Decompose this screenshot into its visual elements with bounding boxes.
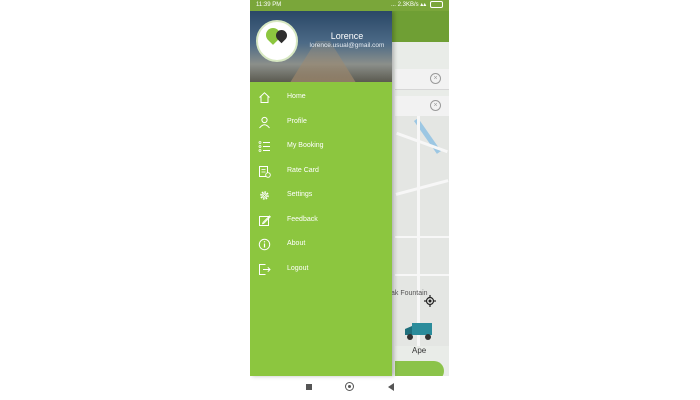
menu-item-feedback[interactable]: Feedback — [250, 210, 392, 235]
menu-item-logout[interactable]: Logout — [250, 259, 392, 284]
drop-field[interactable]: × — [395, 96, 449, 117]
menu-item-settings[interactable]: Settings — [250, 185, 392, 210]
signal-icon: ▴▴ — [420, 2, 427, 8]
menu-item-label: My Booking — [287, 142, 324, 149]
edit-icon — [259, 214, 271, 226]
status-bar: 11:39 PM ... 2.3KB/s ▴▴ — [250, 0, 449, 11]
menu-item-about[interactable]: About — [250, 234, 392, 259]
circle-icon[interactable] — [345, 382, 354, 391]
gear-icon — [260, 191, 269, 200]
clear-icon[interactable]: × — [430, 73, 441, 84]
rate-card-icon — [259, 165, 271, 178]
pickup-field[interactable]: × — [395, 69, 449, 90]
menu-item-home[interactable]: Home — [250, 87, 392, 112]
user-email: lorence.usual@gmail.com — [309, 42, 385, 49]
map-road — [396, 131, 448, 154]
menu-item-label: Settings — [287, 191, 313, 198]
battery-icon — [430, 0, 443, 8]
user-name: Lorence — [330, 31, 364, 41]
network-speed: ... 2.3KB/s — [390, 2, 419, 8]
map-road — [395, 236, 449, 238]
map-road — [417, 116, 420, 346]
truck-icon[interactable] — [404, 321, 438, 341]
menu-item-profile[interactable]: Profile — [250, 112, 392, 137]
menu-item-rate-card[interactable]: Rate Card — [250, 161, 392, 186]
menu-item-label: Profile — [287, 117, 307, 125]
back-triangle-icon[interactable] — [388, 383, 394, 391]
vehicle-label: Ape — [412, 346, 427, 355]
menu-item-label: Home — [287, 93, 306, 100]
menu-item-label: About — [287, 240, 306, 247]
system-nav-bar — [250, 376, 449, 400]
map-view[interactable] — [395, 116, 449, 346]
drawer-menu: Home Profile My Booking Rate Card Settin… — [250, 87, 392, 283]
phone-screen: 11:39 PM ... 2.3KB/s ▴▴ × × ak Fountain — [250, 0, 449, 400]
map-road — [395, 274, 449, 276]
menu-item-my-booking[interactable]: My Booking — [250, 136, 392, 161]
navigation-drawer: Lorence lorence.usual@gmail.com Home Pro… — [250, 11, 392, 376]
menu-item-label: Logout — [287, 264, 309, 272]
clear-icon[interactable]: × — [430, 100, 441, 111]
app-logo-icon — [256, 20, 298, 62]
logout-icon — [259, 263, 271, 275]
status-time: 11:39 PM — [256, 2, 282, 8]
status-right: ... 2.3KB/s ▴▴ — [391, 0, 443, 11]
home-icon — [259, 92, 270, 103]
map-road — [395, 179, 449, 196]
list-icon — [258, 141, 270, 152]
drawer-header: Lorence lorence.usual@gmail.com — [250, 11, 392, 82]
menu-item-label: Rate Card — [287, 166, 319, 174]
square-icon[interactable] — [306, 384, 312, 390]
info-icon — [258, 238, 271, 251]
map-landmark-label: ak Fountain — [391, 290, 428, 297]
locate-icon[interactable] — [424, 295, 436, 307]
menu-item-label: Feedback — [287, 215, 318, 223]
profile-icon — [259, 116, 270, 128]
